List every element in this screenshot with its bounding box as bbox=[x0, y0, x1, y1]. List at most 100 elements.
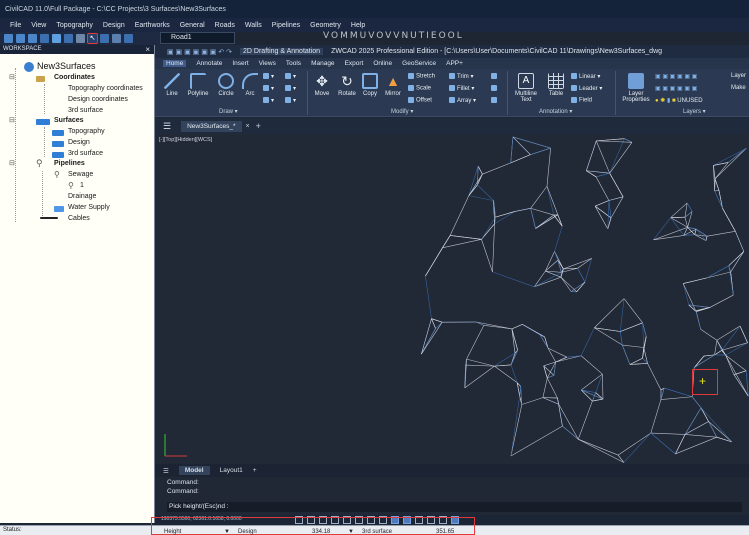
move-button[interactable]: ✥ Move bbox=[311, 73, 333, 97]
tree-3rd-surface-coordinates[interactable]: 3rd surface bbox=[68, 106, 103, 116]
tab-views[interactable]: Views bbox=[259, 60, 276, 67]
field-button[interactable]: Field bbox=[571, 97, 592, 104]
make-current-button[interactable]: Make bbox=[731, 85, 746, 91]
line-button[interactable]: Line bbox=[161, 73, 183, 97]
spline-tool[interactable]: ▾ bbox=[285, 73, 296, 80]
tree-drainage[interactable]: Drainage bbox=[68, 192, 96, 202]
dropdown-arrow-icon[interactable]: ▼ bbox=[224, 529, 230, 535]
new-file-icon[interactable] bbox=[4, 34, 13, 43]
tree-topography-coordinates[interactable]: Topography coordinates bbox=[68, 84, 143, 94]
refresh-icon[interactable] bbox=[40, 34, 49, 43]
tab-insert[interactable]: Insert bbox=[232, 60, 248, 67]
menu-view[interactable]: View bbox=[31, 22, 46, 29]
quick-access-icons[interactable]: ▣ ▣ ▣ ▣ ▣ ▣ ↶ ↷ bbox=[167, 48, 232, 56]
linear-dimension-button[interactable]: Linear ▾ bbox=[571, 73, 600, 80]
tree-surfaces[interactable]: Surfaces bbox=[54, 116, 84, 126]
workspace-select[interactable]: 2D Drafting & Annotation bbox=[240, 48, 324, 55]
tab-layout1[interactable]: Layout1 bbox=[220, 467, 243, 474]
copy-button[interactable]: Copy bbox=[360, 73, 380, 97]
drawing-viewport[interactable]: [-][Top][Hidden][WCS] + bbox=[155, 134, 749, 464]
tree-root[interactable]: New3Surfaces bbox=[37, 61, 96, 71]
explode-tool[interactable] bbox=[491, 73, 499, 80]
expander-pipelines[interactable]: ⊟ bbox=[9, 159, 15, 169]
tree-surface-topography[interactable]: Topography bbox=[68, 127, 105, 137]
close-icon[interactable]: × bbox=[145, 45, 150, 54]
layer-properties-button[interactable]: Layer Properties bbox=[619, 73, 653, 103]
sync-icon[interactable] bbox=[100, 34, 109, 43]
add-layout-icon[interactable]: + bbox=[253, 467, 257, 474]
hatch-tool[interactable]: ▾ bbox=[263, 97, 274, 104]
annotation-panel-label[interactable]: Annotation ▾ bbox=[539, 108, 572, 115]
tab-home[interactable]: Home bbox=[163, 60, 187, 67]
tree-water-supply[interactable]: Water Supply bbox=[68, 203, 110, 213]
menu-walls[interactable]: Walls bbox=[245, 22, 262, 29]
menu-icon[interactable]: ☰ bbox=[163, 121, 171, 132]
array-button[interactable]: Array ▾ bbox=[449, 97, 476, 104]
erase-tool[interactable] bbox=[491, 85, 499, 92]
surface-icon[interactable] bbox=[52, 34, 61, 43]
expander-coordinates[interactable]: ⊟ bbox=[9, 73, 15, 83]
tree-sewage-1[interactable]: 1 bbox=[80, 181, 84, 191]
polyline-button[interactable]: Polyline bbox=[185, 73, 211, 97]
menu-pipelines[interactable]: Pipelines bbox=[272, 22, 300, 29]
rotate-button[interactable]: ↻ Rotate bbox=[335, 73, 359, 97]
tab-tools[interactable]: Tools bbox=[286, 60, 301, 67]
ellipse-tool[interactable]: ▾ bbox=[263, 85, 274, 92]
layer-dropdown[interactable]: ● ✺ ▮ ■ UNUSED bbox=[655, 97, 703, 104]
offset-button[interactable]: Offset bbox=[408, 97, 432, 104]
join-tool[interactable] bbox=[491, 97, 499, 104]
command-input[interactable]: Pick height/(Esc)nd : bbox=[167, 502, 742, 512]
menu-help[interactable]: Help bbox=[351, 22, 365, 29]
stretch-button[interactable]: Stretch bbox=[408, 73, 435, 80]
add-tab-icon[interactable]: + bbox=[256, 121, 261, 131]
fillet-button[interactable]: Fillet ▾ bbox=[449, 85, 474, 92]
menu-file[interactable]: File bbox=[10, 22, 21, 29]
tab-online[interactable]: Online bbox=[373, 60, 392, 67]
circle-button[interactable]: Circle bbox=[215, 73, 237, 97]
dropdown-arrow-icon[interactable]: ▼ bbox=[348, 529, 354, 535]
table-button[interactable]: Table bbox=[545, 73, 567, 97]
menu-geometry[interactable]: Geometry bbox=[310, 22, 341, 29]
arc-button[interactable]: Arc bbox=[241, 73, 259, 97]
pick-height-icon[interactable]: ↖ bbox=[87, 33, 98, 44]
tree-pipelines[interactable]: Pipelines bbox=[54, 159, 85, 169]
road-icon[interactable] bbox=[124, 34, 133, 43]
trim-button[interactable]: Trim ▾ bbox=[449, 73, 473, 80]
mirror-button[interactable]: ▲ Mirror bbox=[382, 73, 404, 97]
scale-button[interactable]: Scale bbox=[408, 85, 431, 92]
leader-button[interactable]: Leader ▾ bbox=[571, 85, 602, 92]
road-select[interactable]: Road1 bbox=[160, 32, 235, 44]
menu-earthworks[interactable]: Earthworks bbox=[135, 22, 170, 29]
point-tool[interactable]: ▾ bbox=[285, 85, 296, 92]
tree-cables[interactable]: Cables bbox=[68, 214, 90, 224]
tree-design-coordinates[interactable]: Design coordinates bbox=[68, 95, 128, 105]
pick-point-marker[interactable]: + bbox=[692, 369, 718, 395]
menu-general[interactable]: General bbox=[180, 22, 205, 29]
menu-design[interactable]: Design bbox=[103, 22, 125, 29]
region-tool[interactable]: ▾ bbox=[285, 97, 296, 104]
menu-roads[interactable]: Roads bbox=[215, 22, 235, 29]
tab-new3surfaces[interactable]: New3Surfaces_* bbox=[181, 120, 242, 132]
toolbar-glyph-strip[interactable]: VOMMUVOVVNUTIEOOL bbox=[323, 31, 464, 41]
layer-state-icons[interactable]: ▣ ▣ ▣ ▣ ▣ ▣ bbox=[655, 73, 697, 80]
tab-manage[interactable]: Manage bbox=[311, 60, 335, 67]
multiline-text-button[interactable]: A Multiline Text bbox=[511, 73, 541, 103]
expander-surfaces[interactable]: ⊟ bbox=[9, 116, 15, 126]
layout-menu-icon[interactable]: ☰ bbox=[163, 467, 169, 475]
tree-coordinates[interactable]: Coordinates bbox=[54, 73, 95, 83]
save-icon[interactable] bbox=[28, 34, 37, 43]
layer-tool-icons[interactable]: ▣ ▣ ▣ ▣ ▣ ▣ bbox=[655, 85, 697, 92]
settings-icon[interactable] bbox=[64, 34, 73, 43]
tab-app-plus[interactable]: APP+ bbox=[446, 60, 463, 67]
draw-panel-label[interactable]: Draw ▾ bbox=[219, 108, 238, 115]
close-tab-icon[interactable]: × bbox=[246, 123, 250, 130]
gear-icon[interactable] bbox=[112, 34, 121, 43]
open-file-icon[interactable] bbox=[16, 34, 25, 43]
modify-panel-label[interactable]: Modify ▾ bbox=[391, 108, 413, 115]
tab-annotate[interactable]: Annotate bbox=[196, 60, 222, 67]
layer-button[interactable]: Layer bbox=[731, 73, 746, 79]
layers-panel-label[interactable]: Layers ▾ bbox=[683, 108, 706, 115]
tree-surface-3rd[interactable]: 3rd surface bbox=[68, 149, 103, 159]
tab-export[interactable]: Export bbox=[345, 60, 364, 67]
dropdown-icon[interactable] bbox=[76, 34, 85, 43]
